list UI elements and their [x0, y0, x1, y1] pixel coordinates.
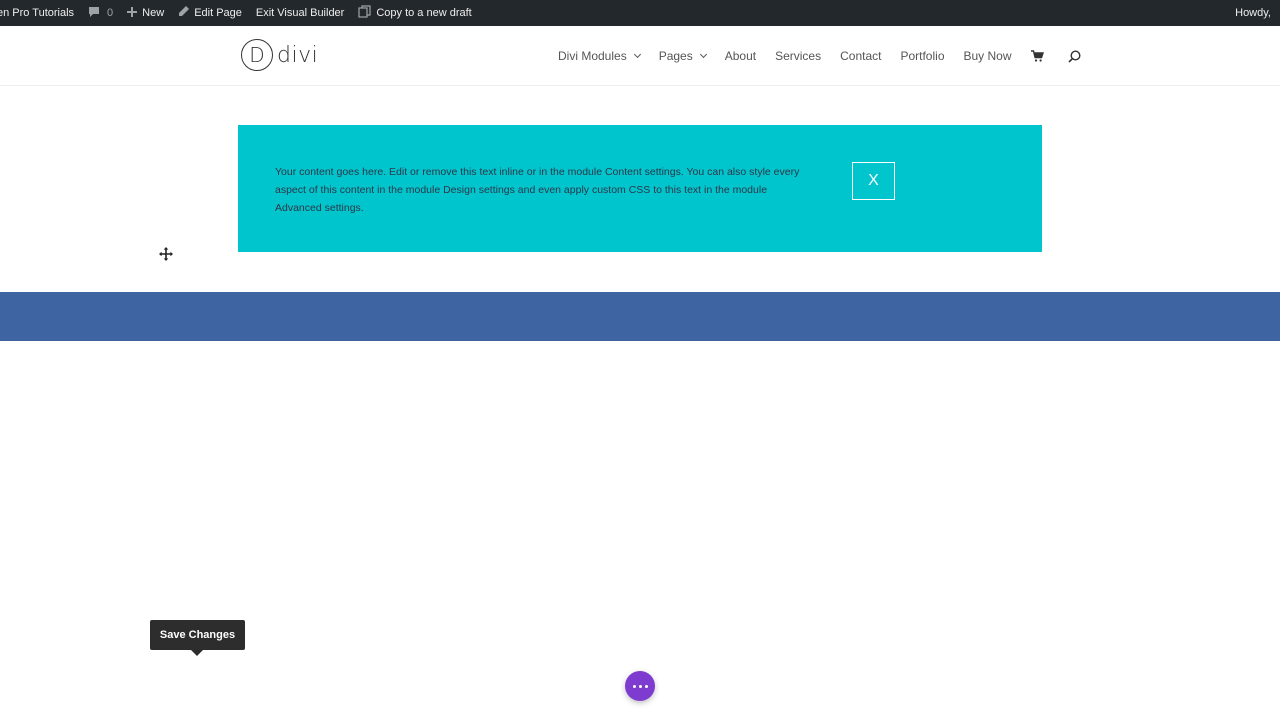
nav-item-portfolio[interactable]: Portfolio [900, 49, 944, 63]
pencil-icon [178, 6, 190, 20]
cta-text[interactable]: Your content goes here. Edit or remove t… [275, 163, 815, 217]
move-icon[interactable] [159, 247, 173, 261]
exit-builder-label: Exit Visual Builder [255, 7, 345, 19]
logo-mark: D [241, 39, 273, 71]
admin-bar-new[interactable]: New [120, 0, 171, 26]
cta-module[interactable]: Your content goes here. Edit or remove t… [238, 125, 1042, 252]
admin-bar-site-label: en Pro Tutorials [0, 7, 75, 19]
nav-item-label: About [724, 49, 757, 63]
nav-item-divi-modules[interactable]: Divi Modules [558, 49, 641, 63]
main-nav: Divi Modules Pages About Services Contac… [558, 26, 1081, 86]
close-button[interactable]: X [852, 162, 895, 200]
search-icon[interactable] [1067, 49, 1081, 63]
chevron-down-icon [699, 50, 707, 59]
nav-item-services[interactable]: Services [775, 49, 821, 63]
site-logo[interactable]: D divi [241, 39, 318, 71]
nav-item-pages[interactable]: Pages [658, 49, 707, 63]
blue-section [0, 292, 1280, 341]
chevron-down-icon [633, 50, 641, 59]
nav-item-label: Divi Modules [558, 49, 627, 63]
nav-item-label: Buy Now [963, 49, 1012, 63]
save-changes-tooltip[interactable]: Save Changes [150, 620, 245, 656]
admin-bar-edit-page[interactable]: Edit Page [171, 0, 249, 26]
comment-icon [88, 6, 100, 21]
edit-page-label: Edit Page [194, 7, 242, 19]
builder-menu-button[interactable] [625, 671, 655, 701]
more-dots-icon-dot [644, 684, 648, 688]
admin-bar-howdy[interactable]: Howdy, [1228, 0, 1278, 26]
admin-bar-comments[interactable]: 0 [81, 0, 120, 26]
nav-item-contact[interactable]: Contact [840, 49, 881, 63]
howdy-label: Howdy, [1235, 7, 1271, 19]
nav-item-label: Contact [840, 49, 882, 63]
admin-bar: en Pro Tutorials 0 New Edit Page Exit Vi… [0, 0, 1280, 26]
cart-icon[interactable] [1030, 50, 1044, 62]
site-header: D divi Divi Modules Pages About Services… [0, 26, 1280, 86]
more-dots-icon [632, 684, 636, 688]
logo-text: divi [277, 42, 319, 68]
admin-bar-exit-visual-builder[interactable]: Exit Visual Builder [249, 0, 351, 26]
comments-count: 0 [107, 7, 114, 19]
nav-item-label: Services [775, 49, 822, 63]
nav-item-label: Pages [658, 49, 693, 63]
nav-item-about[interactable]: About [725, 49, 756, 63]
admin-bar-copy-draft[interactable]: Copy to a new draft [351, 0, 478, 26]
new-label: New [142, 7, 165, 19]
plus-icon [127, 6, 138, 20]
admin-bar-site-name[interactable]: en Pro Tutorials [0, 0, 81, 26]
nav-item-buy-now[interactable]: Buy Now [964, 49, 1012, 63]
copy-icon [358, 5, 371, 21]
more-dots-icon-dot [638, 684, 642, 688]
nav-item-label: Portfolio [900, 49, 945, 63]
copy-draft-label: Copy to a new draft [376, 7, 472, 19]
